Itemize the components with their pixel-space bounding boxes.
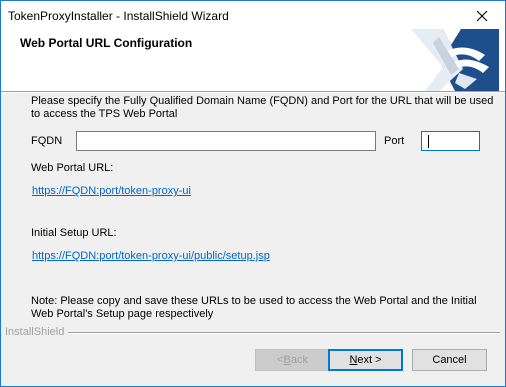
installshield-logo xyxy=(411,29,499,91)
web-portal-url-label: Web Portal URL: xyxy=(31,162,114,174)
back-button-label: ack xyxy=(290,354,308,366)
port-label: Port xyxy=(384,135,405,147)
content-panel: Please specify the Fully Qualified Domai… xyxy=(1,93,505,386)
next-button-mnemonic: N xyxy=(349,354,358,366)
text-caret xyxy=(428,135,429,148)
port-input[interactable] xyxy=(421,131,480,151)
web-portal-url-link[interactable]: https://FQDN:port/token-proxy-ui xyxy=(32,185,191,197)
close-icon xyxy=(476,10,488,22)
back-button-mnemonic: B xyxy=(283,354,291,366)
fqdn-label: FQDN xyxy=(31,135,63,147)
footer-divider xyxy=(68,332,500,334)
window-title: TokenProxyInstaller - InstallShield Wiza… xyxy=(8,9,229,23)
next-button[interactable]: Next > xyxy=(328,349,403,371)
fqdn-input[interactable] xyxy=(76,131,376,151)
close-button[interactable] xyxy=(459,1,505,31)
back-button[interactable]: < Back xyxy=(255,349,330,371)
initial-setup-url-label: Initial Setup URL: xyxy=(31,227,117,239)
next-button-label: ext > xyxy=(357,354,382,366)
cancel-button-label: Cancel xyxy=(432,354,467,366)
title-bar[interactable]: TokenProxyInstaller - InstallShield Wiza… xyxy=(1,1,505,31)
initial-setup-url-link[interactable]: https://FQDN:port/token-proxy-ui/public/… xyxy=(32,250,270,262)
header-band: Web Portal URL Configuration xyxy=(1,29,505,91)
page-title: Web Portal URL Configuration xyxy=(20,36,193,50)
cancel-button[interactable]: Cancel xyxy=(412,349,487,371)
installer-window: TokenProxyInstaller - InstallShield Wiza… xyxy=(0,0,506,387)
installshield-brand-label: InstallShield xyxy=(5,326,65,338)
note-text: Note: Please copy and save these URLs to… xyxy=(31,295,477,320)
instructions-text: Please specify the Fully Qualified Domai… xyxy=(31,95,494,120)
